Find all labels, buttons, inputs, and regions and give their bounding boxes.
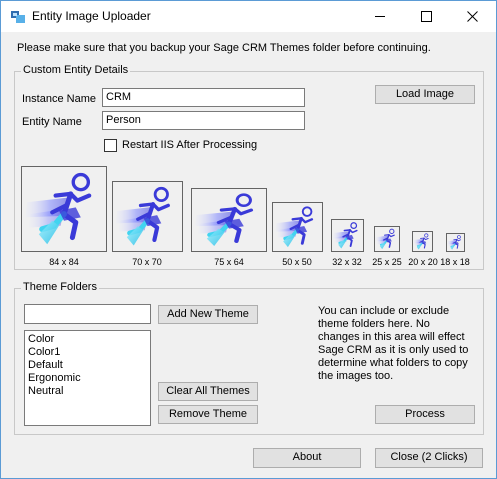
title-bar[interactable]: Entity Image Uploader [1, 1, 496, 32]
remove-theme-button[interactable]: Remove Theme [158, 405, 258, 424]
close-button[interactable]: Close (2 Clicks) [375, 448, 483, 468]
thumbnail-84 [21, 166, 107, 252]
app-window-icon [10, 9, 26, 25]
running-person-icon [375, 228, 396, 250]
thumbnail-20 [412, 231, 433, 252]
running-person-icon [273, 205, 314, 249]
app-window: Entity Image Uploader Please make sure t… [0, 0, 497, 479]
restart-iis-label: Restart IIS After Processing [122, 139, 258, 151]
running-person-icon [192, 189, 266, 251]
restart-iis-checkbox[interactable] [104, 139, 117, 152]
backup-notice: Please make sure that you backup your Sa… [17, 42, 431, 54]
list-item[interactable]: Neutral [25, 385, 150, 398]
thumbnail-25 [374, 226, 400, 252]
thumbnail-size-label: 84 x 84 [49, 257, 79, 267]
theme-info-text: You can include or exclude theme folders… [318, 305, 469, 382]
process-button[interactable]: Process [375, 405, 475, 424]
thumbnail-size-label: 75 x 64 [214, 257, 244, 267]
thumbnail-32 [331, 219, 364, 252]
add-new-theme-button[interactable]: Add New Theme [158, 305, 258, 324]
minimize-button[interactable] [358, 1, 404, 32]
thumbnail-size-label: 18 x 18 [440, 257, 470, 267]
thumbnail-size-label: 32 x 32 [332, 257, 362, 267]
instance-name-label: Instance Name [22, 93, 96, 105]
running-person-icon [413, 233, 429, 251]
minimize-icon [375, 16, 385, 17]
entity-name-input[interactable]: Person [102, 111, 305, 130]
clear-all-themes-button[interactable]: Clear All Themes [158, 382, 258, 401]
running-person-icon [332, 221, 358, 250]
theme-list[interactable]: Color Color1 Default Ergonomic Neutral [24, 330, 151, 426]
entity-name-label: Entity Name [22, 116, 82, 128]
list-item[interactable]: Color [25, 333, 150, 346]
running-person-icon [22, 167, 106, 251]
maximize-icon [421, 11, 432, 22]
maximize-button[interactable] [404, 1, 450, 32]
running-person-icon [113, 182, 182, 251]
thumbnail-70 [112, 181, 183, 252]
load-image-button[interactable]: Load Image [375, 85, 475, 104]
new-theme-input[interactable] [24, 304, 151, 324]
list-item[interactable]: Default [25, 359, 150, 372]
window-title: Entity Image Uploader [32, 9, 151, 23]
theme-folders-legend: Theme Folders [21, 281, 99, 293]
about-button[interactable]: About [253, 448, 361, 468]
thumbnail-50 [272, 202, 323, 252]
close-icon [467, 11, 478, 22]
thumbnail-size-label: 50 x 50 [282, 257, 312, 267]
instance-name-input[interactable]: CRM [102, 88, 305, 107]
list-item[interactable]: Color1 [25, 346, 150, 359]
running-person-icon [447, 234, 462, 251]
thumbnail-size-label: 25 x 25 [372, 257, 402, 267]
thumbnail-size-label: 70 x 70 [132, 257, 162, 267]
thumbnail-18 [446, 233, 465, 252]
custom-entity-details-legend: Custom Entity Details [21, 64, 131, 76]
list-item[interactable]: Ergonomic [25, 372, 150, 385]
thumbnail-75x64 [191, 188, 267, 252]
close-window-button[interactable] [450, 1, 496, 32]
